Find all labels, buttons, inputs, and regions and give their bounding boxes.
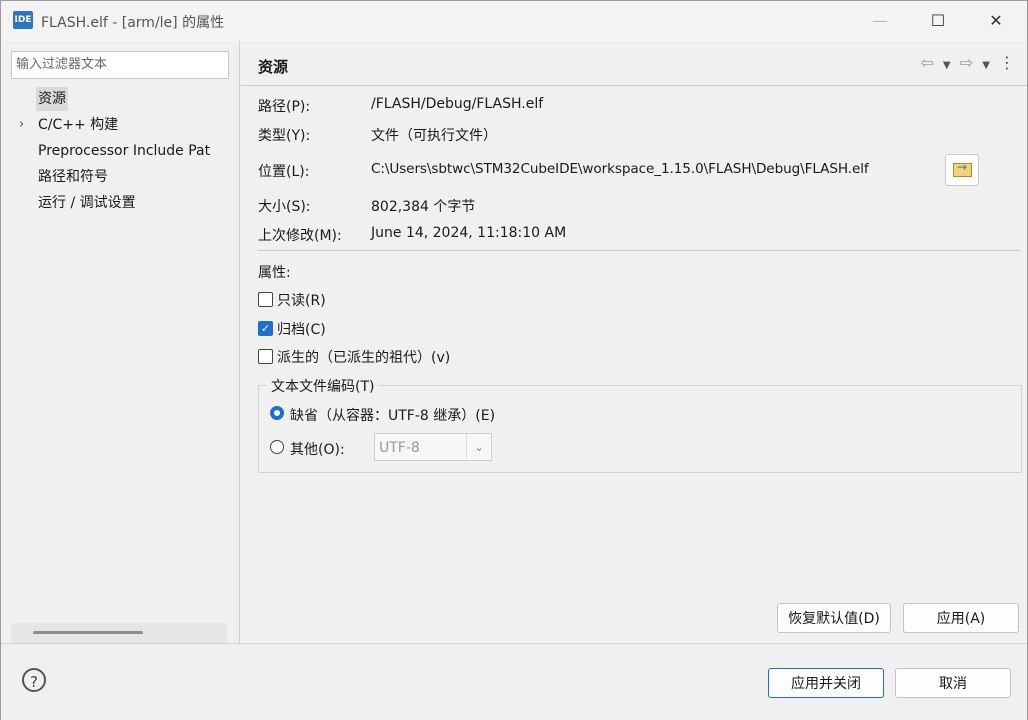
show-in-explorer-button[interactable]: [945, 154, 979, 186]
cancel-button[interactable]: 取消: [895, 668, 1011, 698]
size-value: 802,384 个字节: [371, 199, 476, 215]
horizontal-scrollbar[interactable]: [11, 623, 227, 643]
sidebar-item-cpp-build[interactable]: › C/C++ 构建: [1, 113, 239, 137]
radio-button-selected[interactable]: [270, 406, 284, 420]
view-menu-icon[interactable]: ⋮: [999, 53, 1015, 72]
readonly-checkbox[interactable]: 只读(R): [258, 290, 458, 310]
checkbox-box[interactable]: [258, 349, 273, 364]
text-encoding-title: 文本文件编码(T): [267, 376, 379, 396]
sidebar-item-run-debug-settings[interactable]: 运行 / 调试设置: [1, 191, 239, 215]
attributes-label: 属性:: [258, 265, 291, 281]
sidebar-item-label: 路径和符号: [38, 169, 108, 185]
path-value: /FLASH/Debug/FLASH.elf: [371, 96, 544, 112]
sidebar-item-paths-symbols[interactable]: 路径和符号: [1, 165, 239, 189]
checkbox-box[interactable]: [258, 292, 273, 307]
properties-dialog: IDE FLASH.elf - [arm/le] 的属性 — ☐ ✕ 输入过滤器…: [0, 0, 1028, 720]
checkbox-label: 只读(R): [277, 293, 326, 309]
page-title: 资源: [258, 58, 289, 76]
encoding-select[interactable]: UTF-8 ⌄: [374, 433, 492, 461]
page-header: 资源 ⇦ ▼ ⇨ ▼ ⋮: [241, 41, 1027, 86]
sidebar-item-resource[interactable]: 资源: [1, 87, 239, 111]
forward-arrow-icon[interactable]: ⇨: [960, 53, 973, 72]
title-bar: IDE FLASH.elf - [arm/le] 的属性 — ☐ ✕: [1, 1, 1027, 41]
ide-app-icon: IDE: [13, 11, 33, 29]
sidebar-item-label: C/C++ 构建: [38, 117, 119, 133]
path-row: 路径(P): /FLASH/Debug/FLASH.elf: [258, 96, 958, 116]
sidebar-item-label: Preprocessor Include Pat: [38, 143, 211, 159]
radio-label: 缺省（从容器：UTF-8 继承）(E): [290, 408, 496, 424]
sidebar-item-label: 资源: [36, 87, 68, 111]
radio-button[interactable]: [270, 440, 284, 454]
size-label: 大小(S):: [258, 199, 311, 215]
back-dropdown-icon[interactable]: ▼: [943, 60, 951, 71]
chevron-right-icon[interactable]: ›: [19, 113, 24, 137]
location-value: C:\Users\sbtwc\STM32CubeIDE\workspace_1.…: [371, 161, 869, 177]
scrollbar-thumb[interactable]: [33, 631, 143, 634]
type-value: 文件（可执行文件）: [371, 128, 497, 144]
checkbox-label: 派生的（已派生的祖代）(v): [277, 350, 451, 366]
check-icon[interactable]: ✓: [258, 321, 273, 336]
path-label: 路径(P):: [258, 99, 311, 115]
encoding-other-radio[interactable]: 其他(O):: [270, 439, 370, 459]
folder-open-icon: [953, 160, 972, 177]
apply-button[interactable]: 应用(A): [903, 603, 1019, 633]
location-label: 位置(L):: [258, 164, 310, 180]
size-row: 大小(S): 802,384 个字节: [258, 196, 958, 216]
restore-defaults-button[interactable]: 恢复默认值(D): [777, 603, 891, 633]
type-row: 类型(Y): 文件（可执行文件）: [258, 125, 958, 145]
modified-label: 上次修改(M):: [258, 228, 342, 244]
sidebar: 输入过滤器文本 资源 › C/C++ 构建 Preprocessor Inclu…: [1, 41, 240, 643]
text-encoding-group: 文本文件编码(T) 缺省（从容器：UTF-8 继承）(E) 其他(O): UTF…: [258, 376, 1022, 473]
chevron-down-icon[interactable]: ⌄: [466, 434, 491, 460]
forward-dropdown-icon[interactable]: ▼: [982, 60, 990, 71]
checkbox-label: 归档(C): [277, 322, 326, 338]
close-button[interactable]: ✕: [973, 1, 1019, 41]
help-icon[interactable]: ?: [22, 668, 46, 692]
window-title: FLASH.elf - [arm/le] 的属性: [41, 15, 225, 31]
type-label: 类型(Y):: [258, 128, 311, 144]
property-page: 资源 ⇦ ▼ ⇨ ▼ ⋮ 路径(P): /FLASH/Debug/FLASH.e…: [241, 41, 1027, 643]
dialog-footer: ? 应用并关闭 取消: [1, 643, 1027, 720]
maximize-button[interactable]: ☐: [915, 1, 961, 41]
page-navigation: ⇦ ▼ ⇨ ▼ ⋮: [916, 53, 1015, 72]
location-row: 位置(L): C:\Users\sbtwc\STM32CubeIDE\works…: [258, 161, 948, 181]
back-arrow-icon[interactable]: ⇦: [920, 53, 933, 72]
apply-and-close-button[interactable]: 应用并关闭: [768, 668, 884, 698]
minimize-button[interactable]: —: [857, 1, 903, 41]
derived-checkbox[interactable]: 派生的（已派生的祖代）(v): [258, 347, 558, 367]
filter-input[interactable]: 输入过滤器文本: [11, 51, 229, 79]
archive-checkbox[interactable]: ✓ 归档(C): [258, 319, 458, 339]
radio-label: 其他(O):: [290, 442, 345, 458]
encoding-select-value: UTF-8: [379, 440, 420, 456]
attributes-row: 属性:: [258, 262, 358, 282]
divider: [258, 250, 1020, 251]
sidebar-item-label: 运行 / 调试设置: [38, 195, 136, 211]
modified-value: June 14, 2024, 11:18:10 AM: [371, 225, 567, 241]
encoding-default-radio[interactable]: 缺省（从容器：UTF-8 继承）(E): [270, 405, 570, 425]
modified-row: 上次修改(M): June 14, 2024, 11:18:10 AM: [258, 225, 958, 245]
sidebar-item-preprocessor-include[interactable]: Preprocessor Include Pat: [1, 139, 239, 163]
